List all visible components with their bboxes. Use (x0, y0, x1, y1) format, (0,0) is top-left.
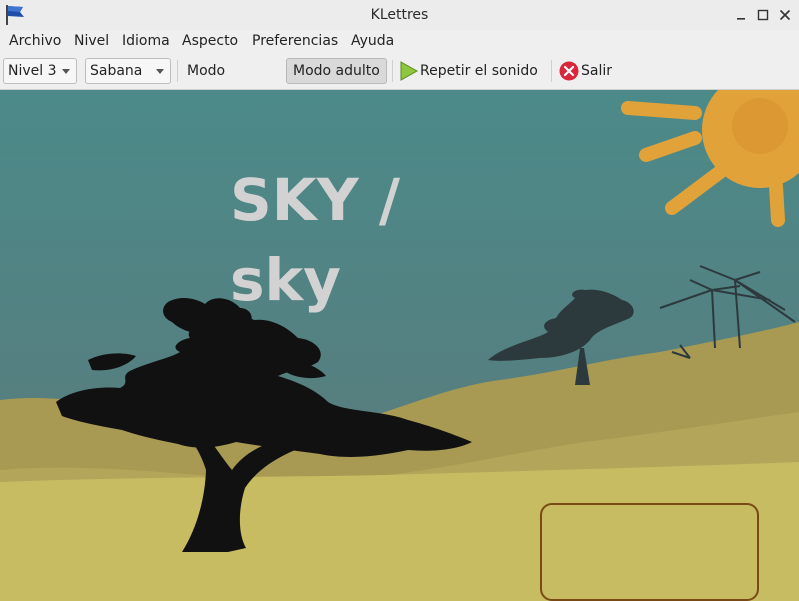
toolbar-separator (392, 60, 393, 82)
level-select-value: Nivel 3 (8, 63, 57, 79)
title-bar: KLettres (0, 0, 799, 30)
chevron-down-icon (156, 69, 164, 74)
quit-button[interactable]: Salir (557, 58, 621, 84)
toolbar-separator (177, 60, 178, 82)
menu-bar: Archivo Nivel Idioma Aspecto Preferencia… (0, 30, 799, 52)
replay-sound-label: Repetir el sonido (420, 63, 538, 79)
quit-label: Salir (581, 63, 613, 79)
answer-input-box[interactable] (540, 503, 759, 601)
theme-select[interactable]: Sabana (85, 58, 171, 84)
play-icon (400, 61, 418, 81)
chevron-down-icon (62, 69, 70, 74)
minimize-icon[interactable] (732, 6, 750, 24)
word-line-upper: SKY / (230, 166, 401, 234)
replay-sound-button[interactable]: Repetir el sonido (396, 58, 544, 84)
kid-mode-button[interactable]: Modo infantil (181, 58, 283, 105)
menu-nivel[interactable]: Nivel (74, 30, 109, 52)
adult-mode-button[interactable]: Modo adulto (286, 58, 387, 84)
menu-ayuda[interactable]: Ayuda (351, 30, 394, 52)
app-window: KLettres Archivo Nivel Idioma Aspecto Pr… (0, 0, 799, 601)
window-title: KLettres (370, 7, 429, 23)
maximize-icon[interactable] (754, 6, 772, 24)
menu-archivo[interactable]: Archivo (9, 30, 61, 52)
word-line-lower: sky (230, 246, 341, 314)
quit-icon (559, 61, 579, 81)
menu-idioma[interactable]: Idioma (122, 30, 170, 52)
theme-select-value: Sabana (90, 63, 143, 79)
toolbar-separator (551, 60, 552, 82)
game-scene: SKY / sky (0, 90, 799, 601)
level-select[interactable]: Nivel 3 (3, 58, 77, 84)
close-window-icon[interactable] (776, 6, 794, 24)
word-display: SKY / sky (230, 160, 430, 320)
toolbar: Nivel 3 Sabana Modo infantil Modo adulto… (0, 52, 799, 105)
menu-preferencias[interactable]: Preferencias (252, 30, 338, 52)
menu-aspecto[interactable]: Aspecto (182, 30, 238, 52)
